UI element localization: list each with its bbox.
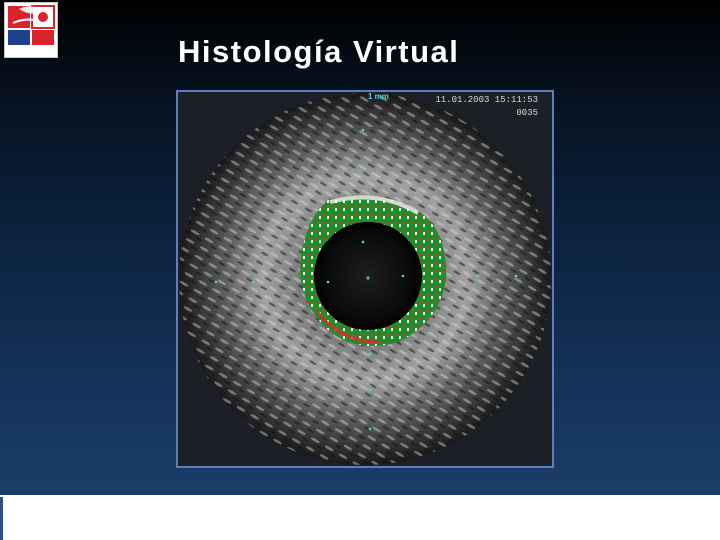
measurement-dot bbox=[368, 427, 372, 431]
team-09-logo-icon bbox=[8, 5, 55, 45]
measurement-dot bbox=[326, 280, 330, 284]
measurement-dot bbox=[361, 128, 365, 132]
ivus-virtual-histology-image: 1 mm 11.01.2003 15:11:53 0035 bbox=[176, 90, 554, 468]
measurement-dot bbox=[361, 165, 365, 169]
bottom-band bbox=[0, 495, 720, 540]
measurement-dot bbox=[514, 274, 518, 278]
page-title: Histología Virtual bbox=[178, 34, 460, 69]
measurement-dot bbox=[251, 280, 255, 284]
bottom-band-edge bbox=[0, 497, 3, 540]
frame-number: 0035 bbox=[516, 108, 538, 118]
team-logo bbox=[4, 2, 58, 58]
scale-label: 1 mm bbox=[368, 92, 389, 101]
measurement-dot bbox=[368, 388, 372, 392]
measurement-dot bbox=[368, 352, 372, 356]
measurement-dot bbox=[401, 274, 405, 278]
timestamp: 11.01.2003 15:11:53 bbox=[435, 95, 538, 105]
measurement-dot bbox=[476, 274, 480, 278]
ivus-cross-section bbox=[178, 92, 552, 466]
measurement-dot bbox=[214, 280, 218, 284]
measurement-dot bbox=[361, 240, 365, 244]
